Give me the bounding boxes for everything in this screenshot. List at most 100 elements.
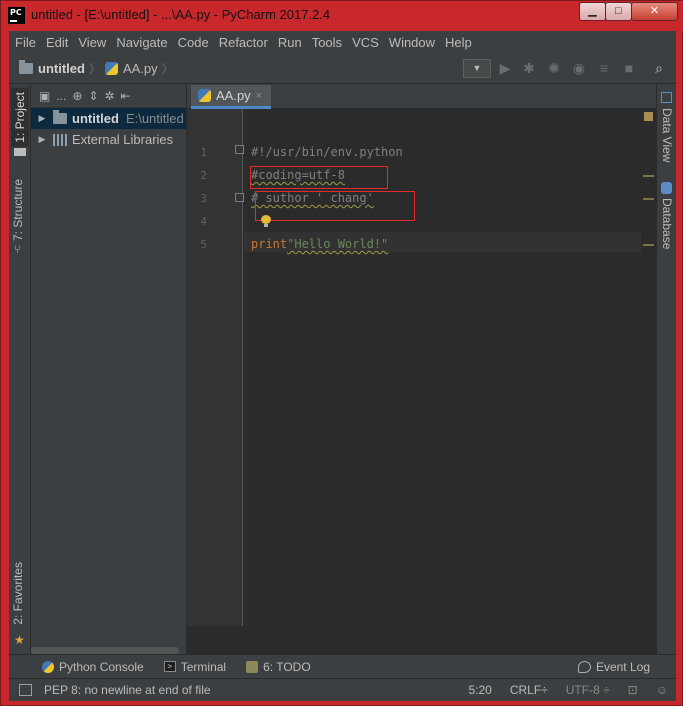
tool-tab-favorites[interactable]: 2: Favorites bbox=[11, 562, 25, 625]
breadcrumb-file-label: AA.py bbox=[122, 60, 158, 76]
editor-tab-aa-py[interactable]: AA.py × bbox=[191, 85, 271, 109]
profile-icon[interactable]: ◉ bbox=[571, 60, 587, 76]
bottom-tool-bar: Python Console > Terminal 6: TODO Event … bbox=[9, 654, 676, 678]
settings-gear-icon[interactable]: ✲ bbox=[104, 89, 114, 103]
line-number: 3 bbox=[200, 192, 207, 205]
tab-close-icon[interactable]: × bbox=[256, 90, 262, 102]
breadcrumb-file[interactable]: AA.py bbox=[104, 60, 158, 76]
menu-run[interactable]: Run bbox=[273, 35, 307, 50]
minimize-button[interactable]: ▁ bbox=[579, 2, 606, 21]
line-number: 1 bbox=[200, 146, 207, 159]
line-number: 2 bbox=[200, 169, 207, 182]
stop-icon[interactable]: ■ bbox=[621, 60, 637, 76]
window-title: untitled - [E:\untitled] - ...\AA.py - P… bbox=[31, 7, 331, 22]
tool-tab-data-view[interactable]: Data View bbox=[660, 108, 674, 162]
lock-icon[interactable]: ⊡ bbox=[628, 683, 638, 697]
search-everywhere-icon[interactable]: ⌕ bbox=[651, 60, 667, 76]
menu-view[interactable]: View bbox=[73, 35, 111, 50]
fold-marker-icon[interactable] bbox=[235, 193, 244, 202]
data-view-icon bbox=[661, 92, 672, 103]
menu-navigate[interactable]: Navigate bbox=[111, 35, 172, 50]
tool-tab-structure[interactable]: 7: Structure bbox=[11, 179, 25, 241]
breadcrumb-separator-icon: 〉 bbox=[88, 61, 101, 76]
hide-panel-icon[interactable]: ⇤ bbox=[121, 89, 131, 103]
app-icon-bar bbox=[10, 20, 17, 22]
project-view-selector-icon[interactable]: ▣ bbox=[39, 89, 50, 103]
code-line-5: print"Hello World!" bbox=[251, 237, 388, 251]
warning-marker[interactable] bbox=[643, 198, 654, 200]
menu-file[interactable]: File bbox=[9, 35, 41, 50]
maximize-button[interactable]: □ bbox=[605, 2, 632, 21]
menu-help[interactable]: Help bbox=[440, 35, 477, 50]
menu-tools[interactable]: Tools bbox=[307, 35, 347, 50]
run-configuration-dropdown[interactable]: ▼ bbox=[463, 59, 491, 78]
annotation-box-coding bbox=[250, 166, 388, 189]
status-message: PEP 8: no newline at end of file bbox=[44, 683, 211, 697]
warning-marker[interactable] bbox=[643, 244, 654, 246]
python-file-icon bbox=[104, 61, 118, 75]
expand-arrow-icon[interactable]: ▶ bbox=[35, 134, 49, 145]
line-number: 4 bbox=[200, 215, 207, 228]
fold-marker-icon[interactable] bbox=[235, 145, 244, 154]
tree-item-label: External Libraries bbox=[72, 132, 174, 147]
close-button[interactable]: ✕ bbox=[631, 2, 678, 21]
project-panel-toolbar: ▣ ... ⊕ ⇕ ✲ ⇤ bbox=[31, 84, 186, 108]
python-console-button[interactable]: Python Console bbox=[42, 660, 144, 674]
editor-horizontal-scroll-area[interactable] bbox=[244, 626, 656, 654]
breadcrumb-project[interactable]: untitled bbox=[19, 59, 85, 76]
right-tool-strip: Data View Database bbox=[656, 84, 676, 654]
lightbulb-intention-icon[interactable] bbox=[261, 215, 271, 228]
menu-code[interactable]: Code bbox=[173, 35, 214, 50]
app-icon-label: PC bbox=[10, 8, 22, 17]
collapse-all-icon[interactable]: ⇕ bbox=[88, 89, 98, 103]
inspection-status-icon[interactable] bbox=[644, 112, 653, 121]
expand-arrow-icon[interactable]: ▶ bbox=[35, 113, 49, 124]
coverage-icon[interactable]: ✺ bbox=[546, 60, 562, 76]
menu-refactor[interactable]: Refactor bbox=[214, 35, 273, 50]
code-editor[interactable]: 1 2 3 4 5 #!/usr/bin/env.python #coding=… bbox=[187, 109, 656, 654]
code-line-1: #!/usr/bin/env.python bbox=[251, 145, 403, 159]
run-icon[interactable]: ▶ bbox=[497, 60, 513, 76]
line-separator[interactable]: CRLF÷ bbox=[510, 683, 548, 697]
pycharm-logo-icon: PC bbox=[8, 7, 25, 24]
terminal-icon: > bbox=[163, 661, 176, 672]
title-bar: PC untitled - [E:\untitled] - ...\AA.py … bbox=[1, 1, 683, 31]
menu-window[interactable]: Window bbox=[384, 35, 440, 50]
keyword-print: print bbox=[251, 237, 288, 251]
breadcrumb-project-label: untitled bbox=[38, 60, 85, 76]
project-view-selector[interactable]: ... bbox=[56, 89, 66, 103]
python-file-icon bbox=[198, 89, 211, 102]
pycharm-window: PC untitled - [E:\untitled] - ...\AA.py … bbox=[0, 0, 683, 706]
project-horizontal-scrollbar[interactable] bbox=[31, 647, 179, 654]
event-log-icon bbox=[577, 660, 591, 673]
python-console-icon bbox=[42, 660, 54, 673]
event-log-button[interactable]: Event Log bbox=[577, 660, 650, 674]
file-encoding[interactable]: UTF-8 ÷ bbox=[566, 683, 610, 697]
left-tool-strip: 1: Project 7: Structure ⑂ 2: Favorites ★ bbox=[9, 84, 31, 654]
tool-tab-project[interactable]: 1: Project bbox=[11, 88, 29, 147]
tree-item-untitled[interactable]: ▶ untitled E:\untitled bbox=[31, 108, 186, 129]
tree-item-label: untitled bbox=[72, 111, 119, 126]
project-tab-icon bbox=[14, 148, 26, 156]
locate-file-icon[interactable]: ⊕ bbox=[72, 89, 82, 103]
python-console-label: Python Console bbox=[59, 659, 144, 674]
breadcrumb-separator-icon: 〉 bbox=[161, 61, 174, 76]
menu-bar: File Edit View Navigate Code Refactor Ru… bbox=[9, 31, 676, 53]
todo-button[interactable]: 6: TODO bbox=[246, 660, 311, 674]
tool-tab-database[interactable]: Database bbox=[660, 198, 674, 249]
string-literal: "Hello World!" bbox=[287, 237, 389, 251]
navigation-bar: untitled 〉 AA.py 〉 ▼ ▶ ✱ ✺ ◉ ≡ ■ ⌕ bbox=[9, 53, 676, 84]
project-panel: ▣ ... ⊕ ⇕ ✲ ⇤ ▶ untitled E:\untitled ▶ E… bbox=[31, 84, 187, 654]
toggle-tool-windows-icon[interactable] bbox=[19, 684, 32, 696]
todo-label: 6: TODO bbox=[263, 659, 311, 674]
tree-item-external-libraries[interactable]: ▶ External Libraries bbox=[31, 129, 186, 150]
menu-edit[interactable]: Edit bbox=[41, 35, 73, 50]
terminal-label: Terminal bbox=[180, 659, 227, 674]
hector-inspector-icon[interactable]: ☺ bbox=[656, 683, 668, 697]
build-icon[interactable]: ≡ bbox=[596, 60, 612, 76]
caret-position[interactable]: 5:20 bbox=[468, 683, 491, 697]
warning-marker[interactable] bbox=[643, 175, 654, 177]
debug-icon[interactable]: ✱ bbox=[521, 60, 537, 76]
terminal-button[interactable]: > Terminal bbox=[163, 659, 227, 674]
menu-vcs[interactable]: VCS bbox=[347, 35, 384, 50]
